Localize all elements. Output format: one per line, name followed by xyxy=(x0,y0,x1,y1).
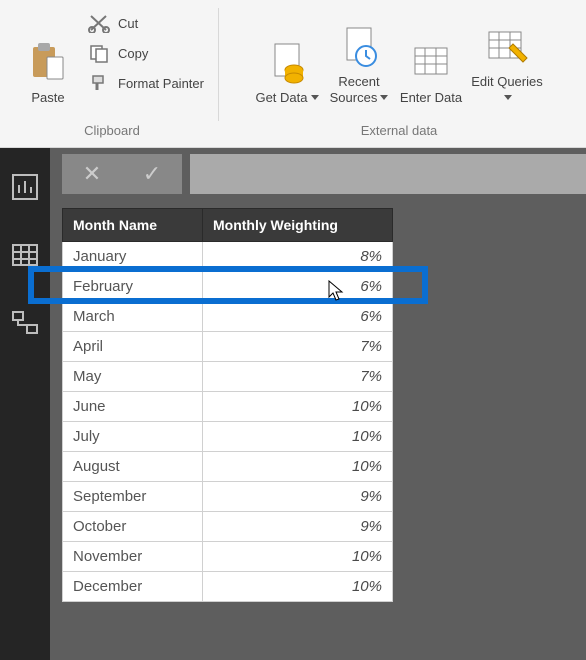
cell-month[interactable]: December xyxy=(63,572,203,602)
table-row[interactable]: January8% xyxy=(63,242,393,272)
data-view-button[interactable] xyxy=(6,236,44,274)
cell-weighting[interactable]: 10% xyxy=(203,452,393,482)
col-header-month[interactable]: Month Name xyxy=(63,209,203,242)
cell-weighting[interactable]: 6% xyxy=(203,302,393,332)
table-row[interactable]: February6% xyxy=(63,272,393,302)
edit-queries-button[interactable]: Edit Queries xyxy=(467,2,547,110)
enter-data-label: Enter Data xyxy=(400,90,462,106)
brush-icon xyxy=(86,72,112,94)
model-view-button[interactable] xyxy=(6,304,44,342)
table-row[interactable]: April7% xyxy=(63,332,393,362)
cell-month[interactable]: November xyxy=(63,542,203,572)
main-canvas: ✕ ✓ Month Name Monthly Weighting January… xyxy=(50,148,586,660)
format-painter-label: Format Painter xyxy=(118,76,204,91)
cell-weighting[interactable]: 10% xyxy=(203,572,393,602)
table-row[interactable]: March6% xyxy=(63,302,393,332)
table-row[interactable]: May7% xyxy=(63,362,393,392)
group-label-external: External data xyxy=(361,120,438,142)
formula-bar: ✕ ✓ xyxy=(50,148,586,200)
table-row[interactable]: December10% xyxy=(63,572,393,602)
cell-weighting[interactable]: 6% xyxy=(203,272,393,302)
cell-month[interactable]: February xyxy=(63,272,203,302)
cell-month[interactable]: August xyxy=(63,452,203,482)
formula-confirm-button[interactable]: ✓ xyxy=(132,161,172,187)
chevron-down-icon xyxy=(380,95,388,100)
cell-weighting[interactable]: 10% xyxy=(203,392,393,422)
cell-weighting[interactable]: 10% xyxy=(203,422,393,452)
chevron-down-icon xyxy=(311,95,319,100)
edit-queries-icon xyxy=(485,24,529,68)
formula-cancel-button[interactable]: ✕ xyxy=(72,161,112,187)
cell-month[interactable]: April xyxy=(63,332,203,362)
cut-icon xyxy=(86,12,112,34)
recent-sources-icon xyxy=(337,24,381,68)
format-painter-button[interactable]: Format Painter xyxy=(84,68,212,98)
formula-input[interactable] xyxy=(190,154,586,194)
data-table[interactable]: Month Name Monthly Weighting January8%Fe… xyxy=(62,208,393,602)
report-view-button[interactable] xyxy=(6,168,44,206)
cell-weighting[interactable]: 10% xyxy=(203,542,393,572)
cell-month[interactable]: June xyxy=(63,392,203,422)
table-row[interactable]: June10% xyxy=(63,392,393,422)
chevron-down-icon xyxy=(504,95,512,100)
copy-button[interactable]: Copy xyxy=(84,38,212,68)
cell-weighting[interactable]: 7% xyxy=(203,362,393,392)
cell-month[interactable]: January xyxy=(63,242,203,272)
paste-label: Paste xyxy=(31,90,64,106)
copy-icon xyxy=(86,42,112,64)
col-header-weighting[interactable]: Monthly Weighting xyxy=(203,209,393,242)
cell-weighting[interactable]: 8% xyxy=(203,242,393,272)
copy-label: Copy xyxy=(118,46,148,61)
get-data-button[interactable]: Get Data xyxy=(251,2,323,110)
paste-button[interactable]: Paste xyxy=(12,2,84,110)
get-data-icon xyxy=(265,40,309,84)
recent-sources-label: Recent Sources xyxy=(330,74,380,105)
cell-weighting[interactable]: 9% xyxy=(203,482,393,512)
table-row[interactable]: August10% xyxy=(63,452,393,482)
view-switcher xyxy=(0,148,50,660)
cell-weighting[interactable]: 9% xyxy=(203,512,393,542)
group-clipboard: Paste Cut Copy xyxy=(6,2,218,147)
table-row[interactable]: October9% xyxy=(63,512,393,542)
enter-data-icon xyxy=(409,40,453,84)
cell-month[interactable]: July xyxy=(63,422,203,452)
table-row[interactable]: November10% xyxy=(63,542,393,572)
cut-label: Cut xyxy=(118,16,138,31)
paste-icon xyxy=(26,40,70,84)
cell-weighting[interactable]: 7% xyxy=(203,332,393,362)
get-data-label: Get Data xyxy=(255,90,307,105)
group-external-data: Get Data Recent Sources Enter Data Edit … xyxy=(218,2,580,147)
ribbon: Paste Cut Copy xyxy=(0,0,586,148)
cell-month[interactable]: March xyxy=(63,302,203,332)
group-label-clipboard: Clipboard xyxy=(84,120,140,142)
edit-queries-label: Edit Queries xyxy=(471,74,543,89)
enter-data-button[interactable]: Enter Data xyxy=(395,2,467,110)
cell-month[interactable]: May xyxy=(63,362,203,392)
table-row[interactable]: July10% xyxy=(63,422,393,452)
cell-month[interactable]: September xyxy=(63,482,203,512)
recent-sources-button[interactable]: Recent Sources xyxy=(323,2,395,110)
cell-month[interactable]: October xyxy=(63,512,203,542)
table-row[interactable]: September9% xyxy=(63,482,393,512)
cut-button[interactable]: Cut xyxy=(84,8,212,38)
